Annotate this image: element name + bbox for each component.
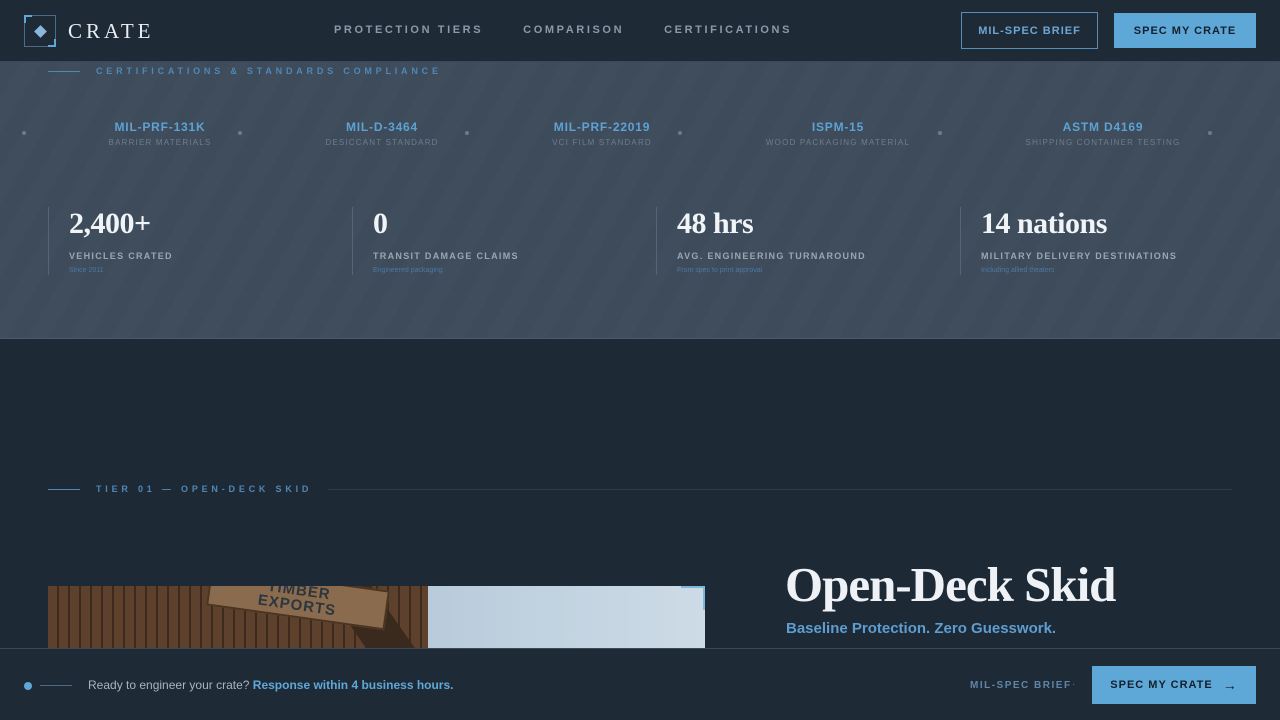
tier-photo: TIMBER EXPORTS — [48, 586, 705, 648]
nav-certifications[interactable]: CERTIFICATIONS — [664, 24, 792, 36]
mil-spec-brief-button[interactable]: MIL-SPEC BRIEF — [961, 12, 1098, 49]
cta-divider-line — [40, 685, 72, 686]
certifications-eyebrow: CERTIFICATIONS & STANDARDS COMPLIANCE — [48, 66, 442, 76]
logo-text: CRATE — [68, 18, 155, 43]
cta-button-label: SPEC MY CRATE — [1110, 679, 1213, 691]
stat-value: 0 — [373, 207, 388, 240]
separator-dot — [465, 131, 469, 135]
stat-note: Engineered packaging — [373, 267, 443, 274]
stat-label: AVG. ENGINEERING TURNAROUND — [677, 251, 866, 261]
certifications-list: MIL-PRF-131K BARRIER MATERIALS MIL-D-346… — [0, 120, 1280, 150]
stat-vehicles: 2,400+ VEHICLES CRATED Since 2011 — [48, 207, 352, 275]
cert-desc: BARRIER MATERIALS — [108, 138, 212, 147]
separator-dot — [678, 131, 682, 135]
stat-note: Including allied theaters — [981, 267, 1055, 274]
cert-desc: SHIPPING CONTAINER TESTING — [1025, 138, 1181, 147]
main-nav: PROTECTION TIERS COMPARISON CERTIFICATIO… — [334, 24, 792, 36]
certifications-section: CERTIFICATIONS & STANDARDS COMPLIANCE MI… — [0, 62, 1280, 339]
cert-desc: DESICCANT STANDARD — [325, 138, 439, 147]
cert-code: MIL-PRF-22019 — [553, 120, 651, 134]
mil-spec-brief-link[interactable]: MIL-SPEC BRIEF — [970, 680, 1072, 691]
cert-desc: VCI FILM STANDARD — [552, 138, 652, 147]
stat-label: VEHICLES CRATED — [69, 251, 173, 261]
cert-item: ASTM D4169 SHIPPING CONTAINER TESTING — [1026, 120, 1181, 147]
nav-protection-tiers[interactable]: PROTECTION TIERS — [334, 24, 483, 36]
status-dot-icon — [24, 682, 32, 690]
cert-code: MIL-PRF-131K — [114, 120, 206, 134]
stat-note: Since 2011 — [69, 267, 104, 274]
cert-desc: WOOD PACKAGING MATERIAL — [765, 138, 911, 147]
stat-turnaround: 48 hrs AVG. ENGINEERING TURNAROUND From … — [656, 207, 960, 275]
cta-prompt: Ready to engineer your crate? — [88, 678, 250, 692]
cert-code: ASTM D4169 — [1062, 120, 1144, 134]
stat-value: 14 nations — [981, 207, 1107, 240]
tier-eyebrow: TIER 01 — OPEN-DECK SKID — [48, 484, 1232, 494]
separator-dot — [1208, 131, 1212, 135]
stat-nations: 14 nations MILITARY DELIVERY DESTINATION… — [960, 207, 1264, 275]
sticky-cta-bar: Ready to engineer your crate? Response w… — [0, 648, 1280, 720]
stat-note: From spec to print approval — [677, 267, 763, 274]
cta-highlight: Response within 4 business hours. — [252, 678, 454, 692]
certifications-eyebrow-text: CERTIFICATIONS & STANDARDS COMPLIANCE — [96, 66, 442, 76]
cta-text: Ready to engineer your crate? Response w… — [88, 678, 454, 692]
stat-value: 2,400+ — [69, 207, 151, 240]
stats-row: 2,400+ VEHICLES CRATED Since 2011 0 TRAN… — [48, 207, 1280, 275]
cert-code: MIL-D-3464 — [345, 120, 419, 134]
nav-comparison[interactable]: COMPARISON — [523, 24, 624, 36]
arrow-right-icon: → — [1222, 677, 1238, 693]
tier-title: Open-Deck Skid — [785, 557, 1116, 612]
cert-item: MIL-PRF-22019 VCI FILM STANDARD — [552, 120, 652, 147]
stat-label: MILITARY DELIVERY DESTINATIONS — [981, 251, 1178, 261]
crate-logo-icon — [24, 15, 56, 47]
photo-corner-bracket — [681, 586, 705, 610]
cert-code: ISPM-15 — [811, 120, 865, 134]
cert-item: MIL-PRF-131K BARRIER MATERIALS — [109, 120, 212, 147]
stat-label: TRANSIT DAMAGE CLAIMS — [373, 251, 519, 261]
cert-item: ISPM-15 WOOD PACKAGING MATERIAL — [766, 120, 910, 147]
cert-item: MIL-D-3464 DESICCANT STANDARD — [325, 120, 438, 147]
separator-dot — [22, 131, 26, 135]
site-header: CRATE PROTECTION TIERS COMPARISON CERTIF… — [0, 0, 1280, 62]
stat-damage-claims: 0 TRANSIT DAMAGE CLAIMS Engineered packa… — [352, 207, 656, 275]
separator-dot — [238, 131, 242, 135]
tier-eyebrow-text: TIER 01 — OPEN-DECK SKID — [96, 484, 313, 494]
spec-my-crate-button[interactable]: SPEC MY CRATE — [1114, 13, 1256, 48]
logo[interactable]: CRATE — [24, 15, 155, 47]
tier-subtitle: Baseline Protection. Zero Guesswork. — [786, 620, 1057, 637]
cta-separator: · — [1072, 679, 1076, 690]
stat-value: 48 hrs — [677, 207, 754, 240]
separator-dot — [938, 131, 942, 135]
spec-my-crate-cta-button[interactable]: SPEC MY CRATE → — [1092, 666, 1256, 704]
